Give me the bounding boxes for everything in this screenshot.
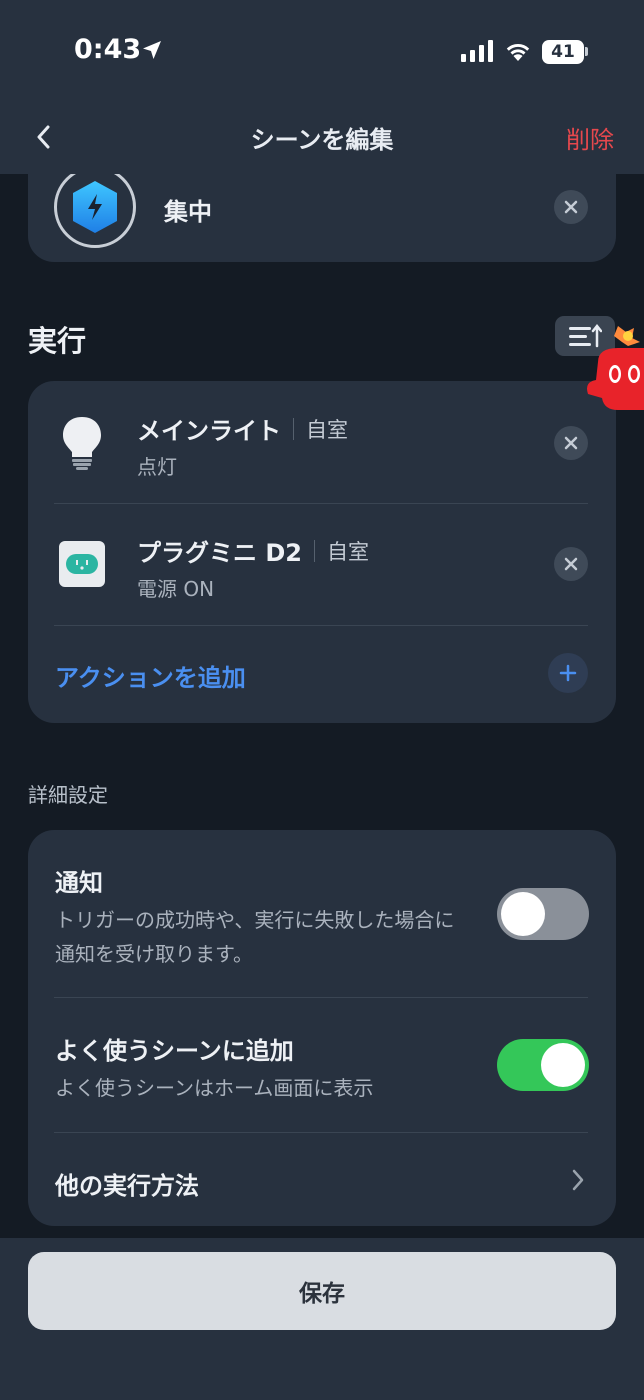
details-card: 通知 トリガーの成功時や、実行に失敗した場合に 通知を受け取ります。 よく使うシ… [28, 830, 616, 1226]
mascot-icon [587, 326, 644, 410]
lightning-hexagon-icon [73, 181, 117, 233]
add-action-button[interactable] [548, 653, 588, 693]
other-methods-title: 他の実行方法 [55, 1172, 199, 1200]
action-state: 電源 ON [137, 577, 215, 601]
battery-level: 41 [551, 42, 575, 62]
details-title: 詳細設定 [28, 783, 108, 807]
title-divider [313, 539, 315, 562]
execution-title: 実行 [28, 324, 87, 358]
notify-desc-line1: トリガーの成功時や、実行に失敗した場合に [55, 908, 455, 932]
action-title-row: プラグミニ D2 自室 [137, 533, 369, 568]
cellular-signal-icon [461, 40, 493, 62]
top-bar: 0:43 41 シーンを編集 削除 [0, 0, 644, 174]
divider [54, 997, 588, 998]
battery-cap-icon [585, 47, 588, 56]
location-arrow-icon [143, 41, 161, 59]
action-device-name: プラグミニ D2 [137, 539, 302, 567]
floating-assistant-mascot[interactable] [584, 322, 644, 414]
toggle-knob [501, 892, 545, 936]
actions-card: メインライト 自室 点灯 プラグミニ D2 自室 電源 ON アクションを追加 [28, 381, 616, 723]
favorite-toggle[interactable] [497, 1039, 589, 1091]
add-action-row[interactable]: アクションを追加 [28, 626, 616, 723]
action-room: 自室 [306, 417, 348, 442]
wifi-icon [506, 43, 530, 61]
action-item[interactable]: プラグミニ D2 自室 電源 ON [28, 504, 616, 625]
page-title: シーンを編集 [250, 126, 394, 154]
notify-toggle[interactable] [497, 888, 589, 940]
chevron-right-icon [572, 1169, 584, 1191]
scene-name[interactable]: 集中 [164, 192, 212, 227]
close-icon [564, 557, 578, 571]
remove-action-button[interactable] [554, 426, 588, 460]
plus-icon [559, 664, 577, 682]
notify-title: 通知 [55, 869, 103, 897]
action-device-name: メインライト [137, 417, 281, 445]
toggle-knob [541, 1043, 585, 1087]
delete-button[interactable]: 削除 [566, 120, 614, 155]
title-divider [293, 417, 294, 440]
remove-action-button[interactable] [554, 547, 588, 581]
light-bulb-icon [63, 417, 101, 470]
notify-desc-line2: 通知を受け取ります。 [55, 942, 253, 966]
action-title-row: メインライト 自室 [137, 411, 348, 446]
status-time: 0:43 [74, 34, 142, 65]
close-icon [564, 436, 578, 450]
favorite-title: よく使うシーンに追加 [55, 1037, 294, 1065]
close-icon [564, 200, 578, 214]
action-room: 自室 [326, 539, 369, 564]
plug-face-icon [66, 554, 98, 574]
battery-indicator: 41 [542, 40, 584, 64]
action-state: 点灯 [137, 455, 177, 479]
smart-plug-icon [59, 541, 105, 587]
action-item[interactable]: メインライト 自室 点灯 [28, 381, 616, 503]
add-action-label: アクションを追加 [55, 664, 246, 692]
favorite-desc: よく使うシーンはホーム画面に表示 [55, 1076, 374, 1100]
clear-name-button[interactable] [554, 190, 588, 224]
scene-icon-ring[interactable] [54, 166, 136, 248]
other-methods-row[interactable]: 他の実行方法 [28, 1133, 616, 1226]
save-button[interactable]: 保存 [28, 1252, 616, 1330]
